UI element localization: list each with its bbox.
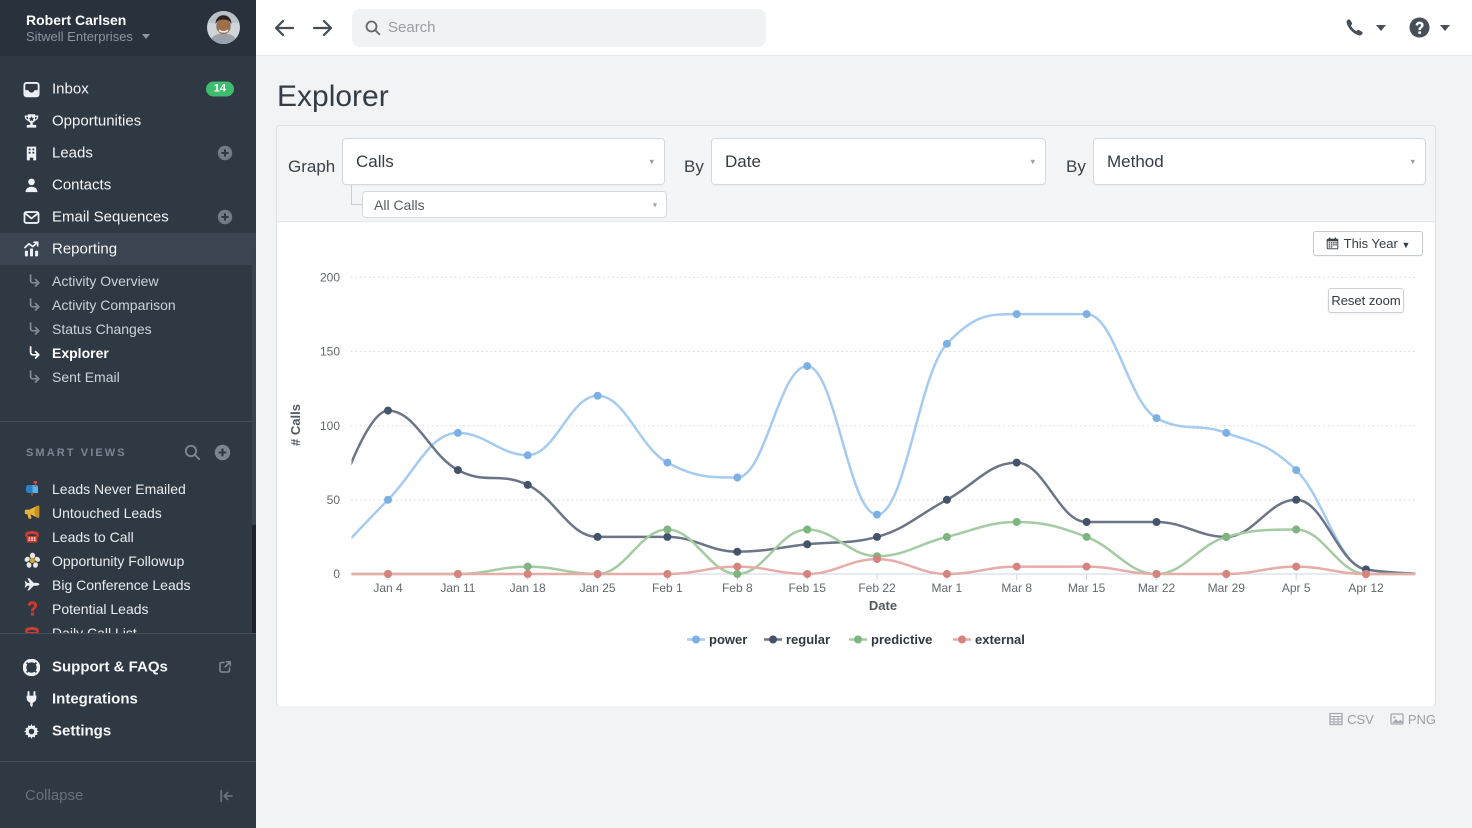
svg-text:external: external: [975, 632, 1025, 647]
svg-text:Jan 4: Jan 4: [373, 581, 403, 595]
svg-text:0: 0: [333, 567, 340, 581]
svg-text:Feb 22: Feb 22: [858, 581, 896, 595]
svg-text:Jan 18: Jan 18: [510, 581, 546, 595]
svg-text:Mar 29: Mar 29: [1208, 581, 1246, 595]
svg-text:100: 100: [320, 419, 340, 433]
svg-text:200: 200: [320, 270, 340, 284]
svg-text:Mar 15: Mar 15: [1068, 581, 1106, 595]
svg-text:Jan 25: Jan 25: [580, 581, 616, 595]
svg-text:predictive: predictive: [871, 632, 932, 647]
svg-text:50: 50: [327, 493, 341, 507]
svg-text:Mar 8: Mar 8: [1001, 581, 1032, 595]
svg-text:Feb 1: Feb 1: [652, 581, 683, 595]
svg-text:regular: regular: [786, 632, 830, 647]
svg-text:Jan 11: Jan 11: [440, 581, 475, 595]
svg-text:power: power: [709, 632, 747, 647]
svg-text:150: 150: [320, 345, 340, 359]
svg-text:# Calls: # Calls: [288, 404, 303, 446]
svg-text:Mar 22: Mar 22: [1138, 581, 1176, 595]
svg-text:Feb 15: Feb 15: [789, 581, 827, 595]
svg-text:Mar 1: Mar 1: [932, 581, 963, 595]
svg-text:Apr 12: Apr 12: [1348, 581, 1384, 595]
svg-text:Feb 8: Feb 8: [722, 581, 753, 595]
svg-text:Apr 5: Apr 5: [1282, 581, 1311, 595]
svg-text:Date: Date: [869, 598, 897, 613]
